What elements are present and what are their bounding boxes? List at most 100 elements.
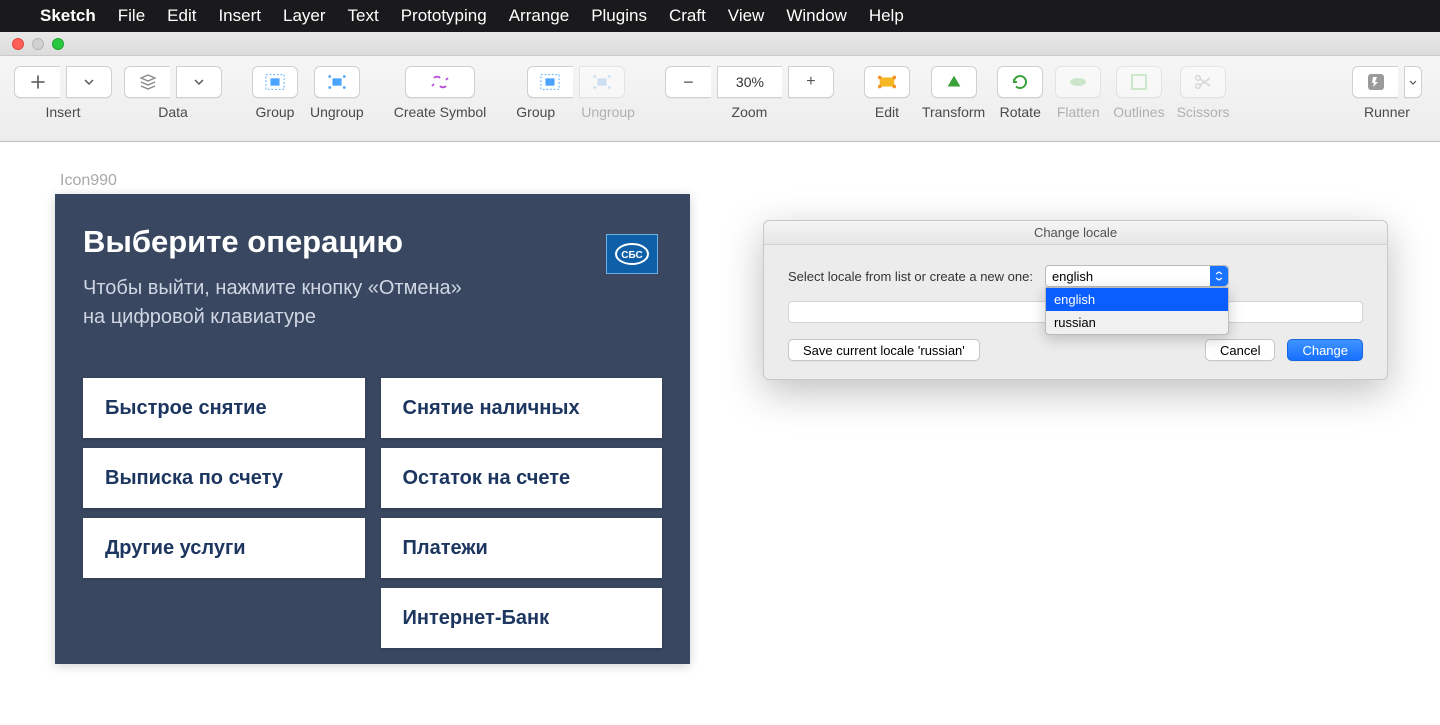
plus-icon xyxy=(28,72,48,92)
dialog-label: Select locale from list or create a new … xyxy=(788,269,1033,284)
toolbar-label: Ungroup xyxy=(581,104,635,120)
data-button[interactable] xyxy=(124,66,170,98)
runner-icon xyxy=(1366,72,1386,92)
insert-dropdown[interactable] xyxy=(66,66,112,98)
minus-icon: − xyxy=(683,72,694,93)
outlines-button[interactable] xyxy=(1116,66,1162,98)
toolbar-label: Transform xyxy=(922,104,985,120)
app-name[interactable]: Sketch xyxy=(40,6,96,26)
atm-option[interactable]: Снятие наличных xyxy=(381,378,663,438)
symbol-icon xyxy=(430,72,450,92)
toolbar-label: Group xyxy=(516,104,555,120)
locale-option[interactable]: russian xyxy=(1046,311,1228,334)
group2-button[interactable] xyxy=(527,66,573,98)
edit-icon xyxy=(877,72,897,92)
canvas[interactable]: Icon990 СБС Выберите операцию Чтобы выйт… xyxy=(0,142,1440,725)
toolbar-zoom-group: − 30% + Zoom xyxy=(665,66,834,120)
menu-edit[interactable]: Edit xyxy=(167,6,196,26)
ungroup2-button[interactable] xyxy=(579,66,625,98)
locale-combobox[interactable]: english xyxy=(1045,265,1229,287)
toolbar: Insert Data Group Ungroup Create Symbol xyxy=(0,56,1440,142)
toolbar-outlines-group: Outlines xyxy=(1113,66,1164,120)
svg-text:СБС: СБС xyxy=(621,250,643,261)
group-button[interactable] xyxy=(252,66,298,98)
zoom-out-button[interactable]: − xyxy=(665,66,711,98)
artboard-title: Выберите операцию xyxy=(83,224,662,260)
chevron-down-icon xyxy=(189,72,209,92)
flatten-icon xyxy=(1068,72,1088,92)
menu-plugins[interactable]: Plugins xyxy=(591,6,647,26)
menu-layer[interactable]: Layer xyxy=(283,6,326,26)
combobox-value: english xyxy=(1052,269,1093,284)
menu-file[interactable]: File xyxy=(118,6,145,26)
atm-option[interactable]: Другие услуги xyxy=(83,518,365,578)
menu-help[interactable]: Help xyxy=(869,6,904,26)
locale-option-list: english russian xyxy=(1045,287,1229,335)
save-locale-button[interactable]: Save current locale 'russian' xyxy=(788,339,980,361)
toolbar-create-symbol-group: Create Symbol xyxy=(394,66,487,120)
menu-window[interactable]: Window xyxy=(786,6,846,26)
toolbar-transform-group: Transform xyxy=(922,66,985,120)
artboard-button-grid: Быстрое снятие Снятие наличных Выписка п… xyxy=(83,378,662,648)
scissors-icon xyxy=(1193,72,1213,92)
atm-option[interactable]: Платежи xyxy=(381,518,663,578)
chevron-down-icon xyxy=(79,72,99,92)
scissors-button[interactable] xyxy=(1180,66,1226,98)
atm-option[interactable]: Остаток на счете xyxy=(381,448,663,508)
close-window-icon[interactable] xyxy=(12,38,24,50)
stack-icon xyxy=(138,72,158,92)
menu-prototyping[interactable]: Prototyping xyxy=(401,6,487,26)
chevron-down-icon xyxy=(1409,80,1417,85)
artboard-name[interactable]: Icon990 xyxy=(60,172,117,190)
data-dropdown[interactable] xyxy=(176,66,222,98)
locale-option[interactable]: english xyxy=(1046,288,1228,311)
atm-option[interactable]: Интернет-Банк xyxy=(381,588,663,648)
runner-button[interactable] xyxy=(1352,66,1398,98)
menu-insert[interactable]: Insert xyxy=(218,6,261,26)
menu-arrange[interactable]: Arrange xyxy=(509,6,569,26)
toolbar-label: Ungroup xyxy=(310,104,364,120)
dialog-title: Change locale xyxy=(764,221,1387,245)
toolbar-label: Outlines xyxy=(1113,104,1164,120)
toolbar-label: Data xyxy=(158,104,188,120)
toolbar-flatten-group: Flatten xyxy=(1055,66,1101,120)
insert-button[interactable] xyxy=(14,66,60,98)
combobox-drop-icon[interactable] xyxy=(1210,266,1228,286)
ungroup-button[interactable] xyxy=(314,66,360,98)
group-icon xyxy=(540,72,560,92)
maximize-window-icon[interactable] xyxy=(52,38,64,50)
rotate-button[interactable] xyxy=(997,66,1043,98)
toolbar-scissors-group: Scissors xyxy=(1177,66,1230,120)
zoom-in-button[interactable]: + xyxy=(788,66,834,98)
create-symbol-button[interactable] xyxy=(405,66,475,98)
ungroup-icon xyxy=(327,72,347,92)
toolbar-edit-group: Edit xyxy=(864,66,910,120)
menubar: Sketch File Edit Insert Layer Text Proto… xyxy=(0,0,1440,32)
transform-button[interactable] xyxy=(931,66,977,98)
flatten-button[interactable] xyxy=(1055,66,1101,98)
artboard[interactable]: СБС Выберите операцию Чтобы выйти, нажми… xyxy=(55,194,690,664)
zoom-value[interactable]: 30% xyxy=(717,66,782,98)
change-locale-dialog: Change locale Select locale from list or… xyxy=(763,220,1388,380)
toolbar-data-group: Data xyxy=(124,66,222,120)
window-titlebar xyxy=(0,32,1440,56)
artboard-subtitle: Чтобы выйти, нажмите кнопку «Отмена» на … xyxy=(83,274,662,332)
toolbar-label: Group xyxy=(256,104,295,120)
toolbar-label: Create Symbol xyxy=(394,104,487,120)
change-button[interactable]: Change xyxy=(1287,339,1363,361)
atm-option[interactable]: Выписка по счету xyxy=(83,448,365,508)
toolbar-insert-group: Insert xyxy=(14,66,112,120)
toolbar-label: Rotate xyxy=(1000,104,1041,120)
menu-craft[interactable]: Craft xyxy=(669,6,706,26)
menu-view[interactable]: View xyxy=(728,6,765,26)
menu-text[interactable]: Text xyxy=(348,6,379,26)
minimize-window-icon[interactable] xyxy=(32,38,44,50)
edit-button[interactable] xyxy=(864,66,910,98)
outlines-icon xyxy=(1129,72,1149,92)
toolbar-group2-group: Group Ungroup xyxy=(516,66,635,120)
atm-option[interactable]: Быстрое снятие xyxy=(83,378,365,438)
runner-dropdown[interactable] xyxy=(1404,66,1422,98)
transform-icon xyxy=(944,72,964,92)
plus-icon: + xyxy=(806,73,815,91)
cancel-button[interactable]: Cancel xyxy=(1205,339,1275,361)
